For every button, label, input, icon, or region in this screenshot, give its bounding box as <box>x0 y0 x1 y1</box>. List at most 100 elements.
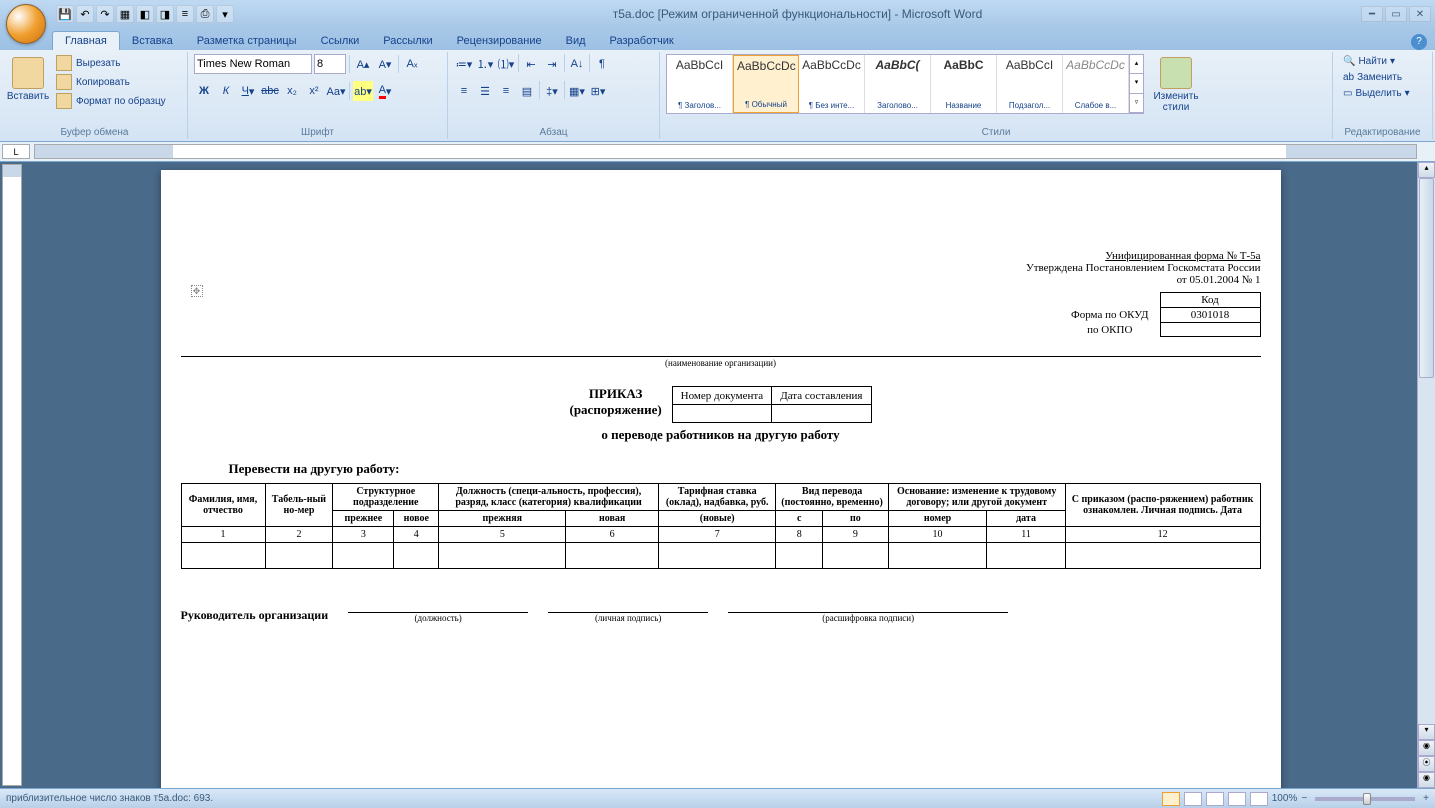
restore-button[interactable]: ▭ <box>1385 6 1407 22</box>
tab-references[interactable]: Ссылки <box>309 32 372 50</box>
th-num: номер <box>888 511 987 527</box>
tab-home[interactable]: Главная <box>52 31 120 50</box>
line-spacing-button[interactable]: ‡▾ <box>542 81 562 101</box>
zoom-slider[interactable] <box>1315 797 1415 801</box>
cut-button[interactable]: Вырезать <box>52 54 170 72</box>
style-item-3[interactable]: AaBbC(Заголово... <box>865 55 931 113</box>
underline-button[interactable]: Ч▾ <box>238 81 258 101</box>
replace-icon: ab <box>1343 72 1354 83</box>
table-anchor-icon[interactable]: ✥ <box>191 285 203 297</box>
next-page-button[interactable]: ◉ <box>1418 772 1435 788</box>
paste-icon <box>12 57 44 89</box>
style-item-0[interactable]: AaBbCcI¶ Заголов... <box>667 55 733 113</box>
find-button[interactable]: 🔍Найти ▾ <box>1339 54 1414 69</box>
qat-btn-4[interactable]: ▦ <box>116 5 134 23</box>
help-icon[interactable]: ? <box>1411 34 1427 50</box>
italic-button[interactable]: К <box>216 81 236 101</box>
zoom-in-button[interactable]: + <box>1423 793 1429 804</box>
tab-mailings[interactable]: Рассылки <box>371 32 444 50</box>
vertical-ruler[interactable] <box>2 164 22 786</box>
qat-save-icon[interactable]: 💾 <box>56 5 74 23</box>
qat-btn-5[interactable]: ◧ <box>136 5 154 23</box>
indent-inc-button[interactable]: ⇥ <box>542 54 562 74</box>
scroll-thumb[interactable] <box>1419 178 1434 378</box>
view-full-screen[interactable] <box>1184 792 1202 806</box>
numbering-button[interactable]: ⒈▾ <box>475 54 495 74</box>
copy-button[interactable]: Копировать <box>52 73 170 91</box>
document-scroll[interactable]: ✥ Унифицированная форма № Т-5а Утвержден… <box>24 162 1417 788</box>
styles-more-button[interactable]: ▴▾▿ <box>1129 55 1143 113</box>
bullets-button[interactable]: ≔▾ <box>454 54 474 74</box>
multilevel-button[interactable]: ⑴▾ <box>496 54 516 74</box>
zoom-label[interactable]: 100% <box>1272 793 1298 804</box>
tab-layout[interactable]: Разметка страницы <box>185 32 309 50</box>
scroll-up-button[interactable]: ▴ <box>1418 162 1435 178</box>
scroll-down-button[interactable]: ▾ <box>1418 724 1435 740</box>
qat-more-icon[interactable]: ▾ <box>216 5 234 23</box>
superscript-button[interactable]: x² <box>304 81 324 101</box>
qat-redo-icon[interactable]: ↷ <box>96 5 114 23</box>
font-size-select[interactable] <box>314 54 346 74</box>
align-center-button[interactable]: ☰ <box>475 81 495 101</box>
show-marks-button[interactable]: ¶ <box>592 54 612 74</box>
shading-button[interactable]: ▦▾ <box>567 81 587 101</box>
subscript-button[interactable]: x₂ <box>282 81 302 101</box>
highlight-button[interactable]: ab▾ <box>353 81 373 101</box>
tab-review[interactable]: Рецензирование <box>445 32 554 50</box>
col-10: 10 <box>888 527 987 543</box>
align-justify-button[interactable]: ▤ <box>517 81 537 101</box>
minimize-button[interactable]: ━ <box>1361 6 1383 22</box>
replace-button[interactable]: abЗаменить <box>1339 70 1414 85</box>
style-item-1[interactable]: AaBbCcDc¶ Обычный <box>733 55 799 113</box>
zoom-thumb[interactable] <box>1363 793 1371 805</box>
qat-undo-icon[interactable]: ↶ <box>76 5 94 23</box>
shrink-font-button[interactable]: A▾ <box>375 54 395 74</box>
view-web[interactable] <box>1206 792 1224 806</box>
document-page[interactable]: ✥ Унифицированная форма № Т-5а Утвержден… <box>161 170 1281 788</box>
view-print-layout[interactable] <box>1162 792 1180 806</box>
okud-value: 0301018 <box>1160 308 1260 323</box>
vertical-scrollbar[interactable]: ▴ ▾ ◉ ⦿ ◉ <box>1417 162 1435 788</box>
change-case-button[interactable]: Aa▾ <box>326 81 346 101</box>
align-left-button[interactable]: ≡ <box>454 81 474 101</box>
style-item-6[interactable]: AaBbCcDcСлабое в... <box>1063 55 1129 113</box>
qat-btn-8[interactable]: ⎙ <box>196 5 214 23</box>
code-header: Код <box>1160 293 1260 308</box>
style-item-5[interactable]: AaBbCcIПодзагол... <box>997 55 1063 113</box>
style-item-4[interactable]: AaBbCНазвание <box>931 55 997 113</box>
ruler-corner[interactable]: L <box>2 144 30 159</box>
bold-button[interactable]: Ж <box>194 81 214 101</box>
office-button[interactable] <box>6 4 46 44</box>
indent-dec-button[interactable]: ⇤ <box>521 54 541 74</box>
col-6: 6 <box>566 527 658 543</box>
close-button[interactable]: ✕ <box>1409 6 1431 22</box>
styles-gallery[interactable]: AaBbCcI¶ Заголов... AaBbCcDc¶ Обычный Aa… <box>666 54 1144 114</box>
grow-font-button[interactable]: A▴ <box>353 54 373 74</box>
tab-view[interactable]: Вид <box>554 32 598 50</box>
col-2: 2 <box>265 527 333 543</box>
scroll-track[interactable] <box>1418 178 1435 724</box>
view-outline[interactable] <box>1228 792 1246 806</box>
borders-button[interactable]: ⊞▾ <box>588 81 608 101</box>
horizontal-ruler[interactable] <box>34 144 1417 159</box>
strike-button[interactable]: abc <box>260 81 280 101</box>
view-draft[interactable] <box>1250 792 1268 806</box>
qat-btn-6[interactable]: ◨ <box>156 5 174 23</box>
prev-page-button[interactable]: ◉ <box>1418 740 1435 756</box>
code-block: Код Форма по ОКУД0301018 по ОКПО <box>1060 292 1261 337</box>
tab-developer[interactable]: Разработчик <box>598 32 686 50</box>
align-right-button[interactable]: ≡ <box>496 81 516 101</box>
select-button[interactable]: ▭Выделить ▾ <box>1339 86 1414 101</box>
font-color-button[interactable]: A▾ <box>375 81 395 101</box>
zoom-out-button[interactable]: − <box>1301 793 1307 804</box>
qat-btn-7[interactable]: ≡ <box>176 5 194 23</box>
format-painter-button[interactable]: Формат по образцу <box>52 92 170 110</box>
font-name-select[interactable] <box>194 54 312 74</box>
sort-button[interactable]: A↓ <box>567 54 587 74</box>
browse-object-button[interactable]: ⦿ <box>1418 756 1435 772</box>
change-styles-button[interactable]: Изменить стили <box>1148 54 1204 116</box>
style-item-2[interactable]: AaBbCcDc¶ Без инте... <box>799 55 865 113</box>
tab-insert[interactable]: Вставка <box>120 32 185 50</box>
clear-format-button[interactable]: Aₓ <box>402 54 422 74</box>
paste-button[interactable]: Вставить <box>8 54 48 105</box>
